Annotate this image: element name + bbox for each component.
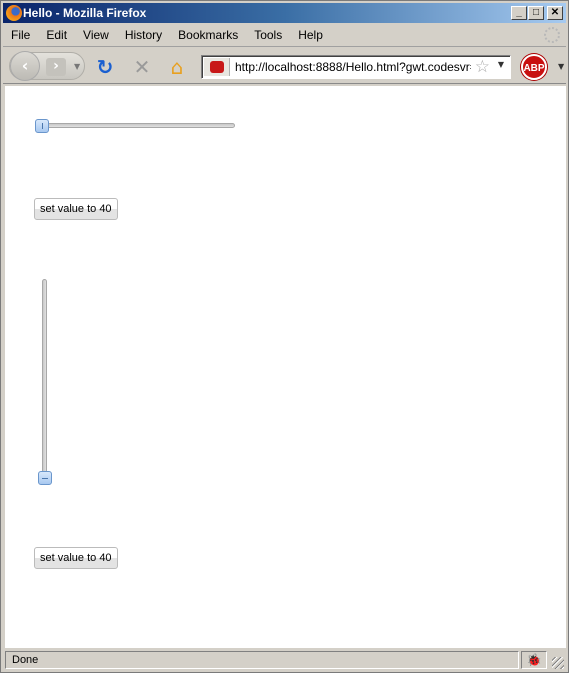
back-forward-group: ‹ › ▼ bbox=[9, 51, 85, 81]
page-content: set value to 40 set value to 40 bbox=[5, 86, 566, 648]
horizontal-slider-track[interactable] bbox=[39, 123, 235, 128]
status-bar: Done 🐞 bbox=[3, 649, 566, 671]
vertical-slider[interactable] bbox=[38, 279, 52, 487]
vertical-slider-thumb[interactable] bbox=[38, 471, 52, 485]
firebug-icon[interactable]: 🐞 bbox=[521, 651, 547, 669]
back-button[interactable]: ‹ bbox=[10, 51, 40, 81]
title-bar: Hello - Mozilla Firefox _ □ ✕ bbox=[3, 3, 566, 23]
url-bar[interactable]: http://localhost:8888/Hello.html?gwt.cod… bbox=[201, 55, 511, 79]
home-icon[interactable]: ⌂ bbox=[166, 56, 188, 78]
navigation-toolbar: ‹ › ▼ ↻ ✕ ⌂ http://localhost:8888/Hello.… bbox=[3, 46, 566, 84]
maximize-button[interactable]: □ bbox=[528, 6, 544, 20]
firefox-logo-icon bbox=[6, 5, 22, 21]
throbber-icon bbox=[544, 27, 560, 43]
set-value-button-horizontal[interactable]: set value to 40 bbox=[34, 198, 118, 220]
menu-view[interactable]: View bbox=[75, 28, 117, 42]
menu-history[interactable]: History bbox=[117, 28, 170, 42]
site-identity-icon[interactable] bbox=[204, 58, 230, 76]
menu-bookmarks[interactable]: Bookmarks bbox=[170, 28, 246, 42]
vertical-slider-track[interactable] bbox=[42, 279, 47, 479]
menu-edit[interactable]: Edit bbox=[38, 28, 75, 42]
url-dropdown-icon[interactable]: ▼ bbox=[498, 60, 504, 69]
close-button[interactable]: ✕ bbox=[547, 6, 563, 20]
window-title: Hello - Mozilla Firefox bbox=[23, 6, 147, 20]
reload-icon[interactable]: ↻ bbox=[94, 56, 116, 78]
minimize-button[interactable]: _ bbox=[511, 6, 527, 20]
resize-grip[interactable] bbox=[552, 657, 564, 669]
menu-tools[interactable]: Tools bbox=[246, 28, 290, 42]
menu-help[interactable]: Help bbox=[290, 28, 331, 42]
url-input[interactable]: http://localhost:8888/Hello.html?gwt.cod… bbox=[235, 60, 471, 74]
stop-icon[interactable]: ✕ bbox=[131, 56, 153, 78]
adblock-plus-button[interactable]: ABP bbox=[521, 54, 547, 80]
history-dropdown-icon[interactable]: ▼ bbox=[74, 62, 80, 71]
set-value-button-vertical[interactable]: set value to 40 bbox=[34, 547, 118, 569]
horizontal-slider-thumb[interactable] bbox=[35, 119, 49, 133]
horizontal-slider[interactable] bbox=[35, 119, 235, 133]
menu-bar: File Edit View History Bookmarks Tools H… bbox=[3, 25, 566, 45]
bookmark-star-icon[interactable]: ☆ bbox=[475, 57, 490, 77]
menu-file[interactable]: File bbox=[3, 28, 38, 42]
forward-button[interactable]: › bbox=[46, 58, 66, 76]
adblock-dropdown-icon[interactable]: ▼ bbox=[558, 62, 564, 71]
browser-window: Hello - Mozilla Firefox _ □ ✕ File Edit … bbox=[0, 0, 569, 673]
status-text: Done bbox=[5, 651, 519, 669]
